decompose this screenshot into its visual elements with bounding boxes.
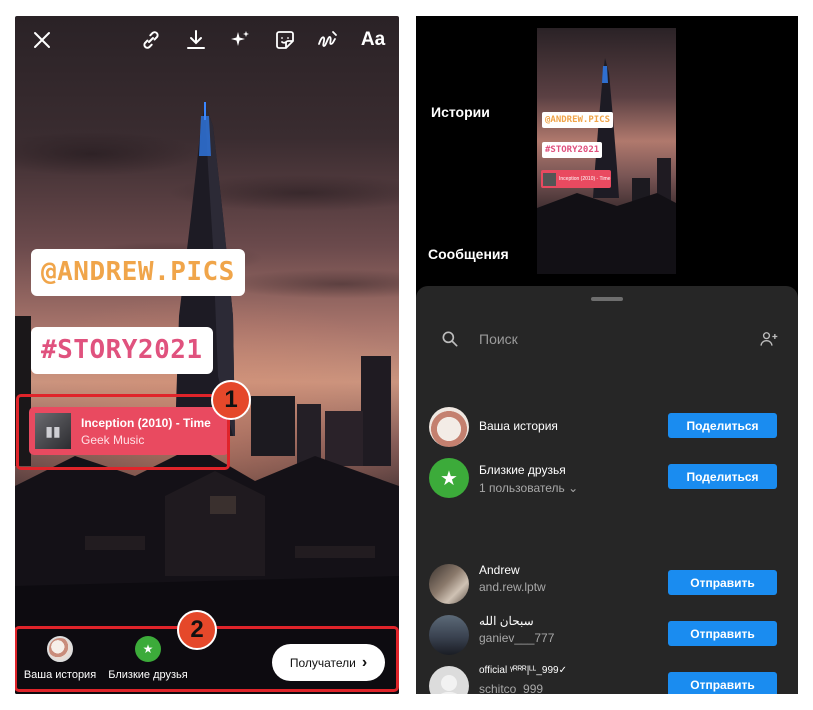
preview-music-sticker: Inception (2010) - Time	[541, 170, 611, 188]
share-button[interactable]: Поделиться	[668, 413, 777, 438]
preview-mention-sticker: @ANDREW.PICS	[542, 112, 614, 128]
your-story-label: Ваша история	[23, 669, 97, 681]
chevron-right-icon: ›	[361, 653, 368, 671]
text-tool-label: Aa	[360, 29, 386, 50]
row-name: سبحان الله	[479, 614, 534, 628]
list-item: Ваша история Поделиться	[416, 404, 798, 450]
search-input[interactable]	[479, 328, 719, 350]
avatar	[429, 666, 469, 694]
story-preview: @ANDREW.PICS #STORY2021 Inception (2010)…	[537, 28, 676, 274]
avatar	[429, 564, 469, 604]
close-friends-count-dropdown[interactable]: 1 пользователь ⌄	[479, 481, 578, 495]
messages-section-title: Сообщения	[428, 246, 509, 262]
row-name: Близкие друзья	[479, 463, 566, 477]
row-username: and.rew.lptw	[479, 580, 546, 594]
list-item: official ᵞᴿᴿᴿ|ᴸᴸ_999✓ schitco_999 Отправ…	[416, 663, 798, 694]
preview-music-title: Inception (2010) - Time	[559, 176, 611, 182]
row-name: Ваша история	[479, 419, 558, 433]
editor-toolbar: Aa	[15, 26, 399, 56]
row-name: official ᵞᴿᴿᴿ|ᴸᴸ_999✓	[479, 665, 567, 676]
list-item: ★ Близкие друзья 1 пользователь ⌄ Подели…	[416, 455, 798, 501]
row-username: schitco_999	[479, 682, 544, 694]
add-people-icon[interactable]	[758, 329, 780, 349]
send-button[interactable]: Отправить	[668, 570, 777, 595]
story-editor-screen: Aa @ANDREW.PICS #STORY2021 ▮▮ Inception …	[15, 16, 399, 694]
chevron-down-icon: ⌄	[568, 481, 579, 495]
recipients-label: Получатели	[289, 655, 356, 670]
star-icon: ★	[135, 636, 161, 662]
sticker-icon[interactable]	[271, 26, 299, 54]
list-item: سبحان الله ganiev___777 Отправить	[416, 612, 798, 658]
preview-hashtag-sticker: #STORY2021	[542, 142, 603, 158]
close-friends-label: Близкие друзья	[108, 669, 188, 681]
search-row	[416, 326, 798, 352]
close-friends-option[interactable]: ★ Близкие друзья	[103, 636, 193, 681]
stories-section-title: Истории	[431, 104, 490, 120]
search-icon	[442, 331, 458, 347]
avatar	[47, 636, 73, 662]
close-icon[interactable]	[28, 26, 56, 54]
draw-icon[interactable]	[313, 26, 341, 54]
download-icon[interactable]	[182, 26, 210, 54]
step-badge-1: 1	[211, 380, 251, 420]
share-sheet-screen: @ANDREW.PICS #STORY2021 Inception (2010)…	[416, 16, 798, 694]
row-username: ganiev___777	[479, 631, 555, 645]
hashtag-sticker[interactable]: #STORY2021	[31, 327, 213, 374]
your-story-option[interactable]: Ваша история	[15, 636, 105, 681]
link-icon[interactable]	[137, 26, 165, 54]
avatar	[429, 407, 469, 447]
send-button[interactable]: Отправить	[668, 621, 777, 646]
share-button[interactable]: Поделиться	[668, 464, 777, 489]
text-tool-button[interactable]: Aa	[358, 26, 388, 54]
avatar	[429, 615, 469, 655]
sheet-drag-handle[interactable]	[591, 297, 623, 301]
star-icon: ★	[429, 458, 469, 498]
mention-sticker[interactable]: @ANDREW.PICS	[31, 249, 245, 296]
step-badge-2: 2	[177, 610, 217, 650]
send-button[interactable]: Отправить	[668, 672, 777, 694]
sparkles-icon[interactable]	[226, 26, 254, 54]
highlight-box-music	[16, 394, 230, 470]
recipients-button[interactable]: Получатели ›	[272, 644, 385, 681]
list-item: Andrew and.rew.lptw Отправить	[416, 561, 798, 607]
row-subtitle: 1 пользователь	[479, 481, 565, 495]
row-name: Andrew	[479, 563, 520, 577]
